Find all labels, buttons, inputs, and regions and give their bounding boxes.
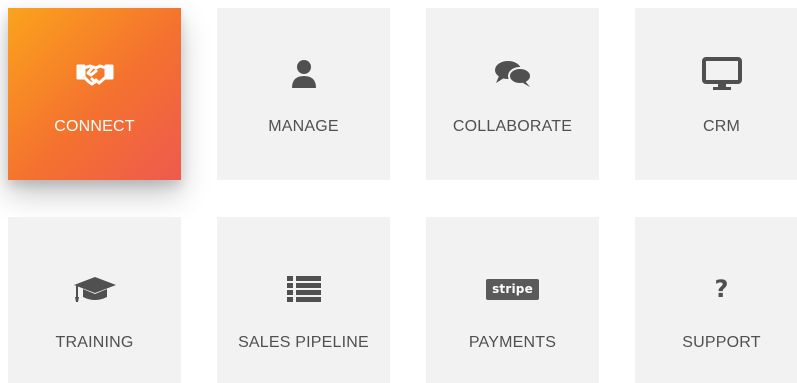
tile-label: COLLABORATE [452, 118, 573, 135]
tile-sales-pipeline[interactable]: SALES PIPELINE [217, 217, 390, 383]
tile-crm[interactable]: CRM [635, 8, 797, 180]
user-icon [217, 54, 390, 94]
tile-label: SUPPORT [682, 334, 761, 351]
stripe-badge: stripe [486, 278, 539, 300]
monitor-icon [635, 54, 797, 94]
stripe-icon: stripe [426, 269, 599, 309]
tile-label: SALES PIPELINE [238, 334, 369, 351]
tile-support[interactable]: ? SUPPORT [635, 217, 797, 383]
question-mark-icon: ? [635, 269, 797, 309]
list-icon [217, 269, 390, 309]
tile-connect[interactable]: CONNECT [8, 8, 181, 180]
feature-grid: CONNECT MANAGE COLLABORATE CRM TRAINING … [0, 0, 797, 383]
handshake-icon [8, 54, 181, 94]
tile-label: PAYMENTS [468, 334, 557, 351]
tile-label: CONNECT [54, 118, 135, 135]
graduation-cap-icon [8, 269, 181, 309]
tile-payments[interactable]: stripe PAYMENTS [426, 217, 599, 383]
chat-bubbles-icon [426, 54, 599, 94]
tile-label: MANAGE [268, 118, 339, 135]
tile-label: TRAINING [55, 334, 134, 351]
tile-collaborate[interactable]: COLLABORATE [426, 8, 599, 180]
tile-label: CRM [702, 118, 741, 135]
tile-manage[interactable]: MANAGE [217, 8, 390, 180]
question-mark-glyph: ? [714, 275, 729, 303]
tile-training[interactable]: TRAINING [8, 217, 181, 383]
